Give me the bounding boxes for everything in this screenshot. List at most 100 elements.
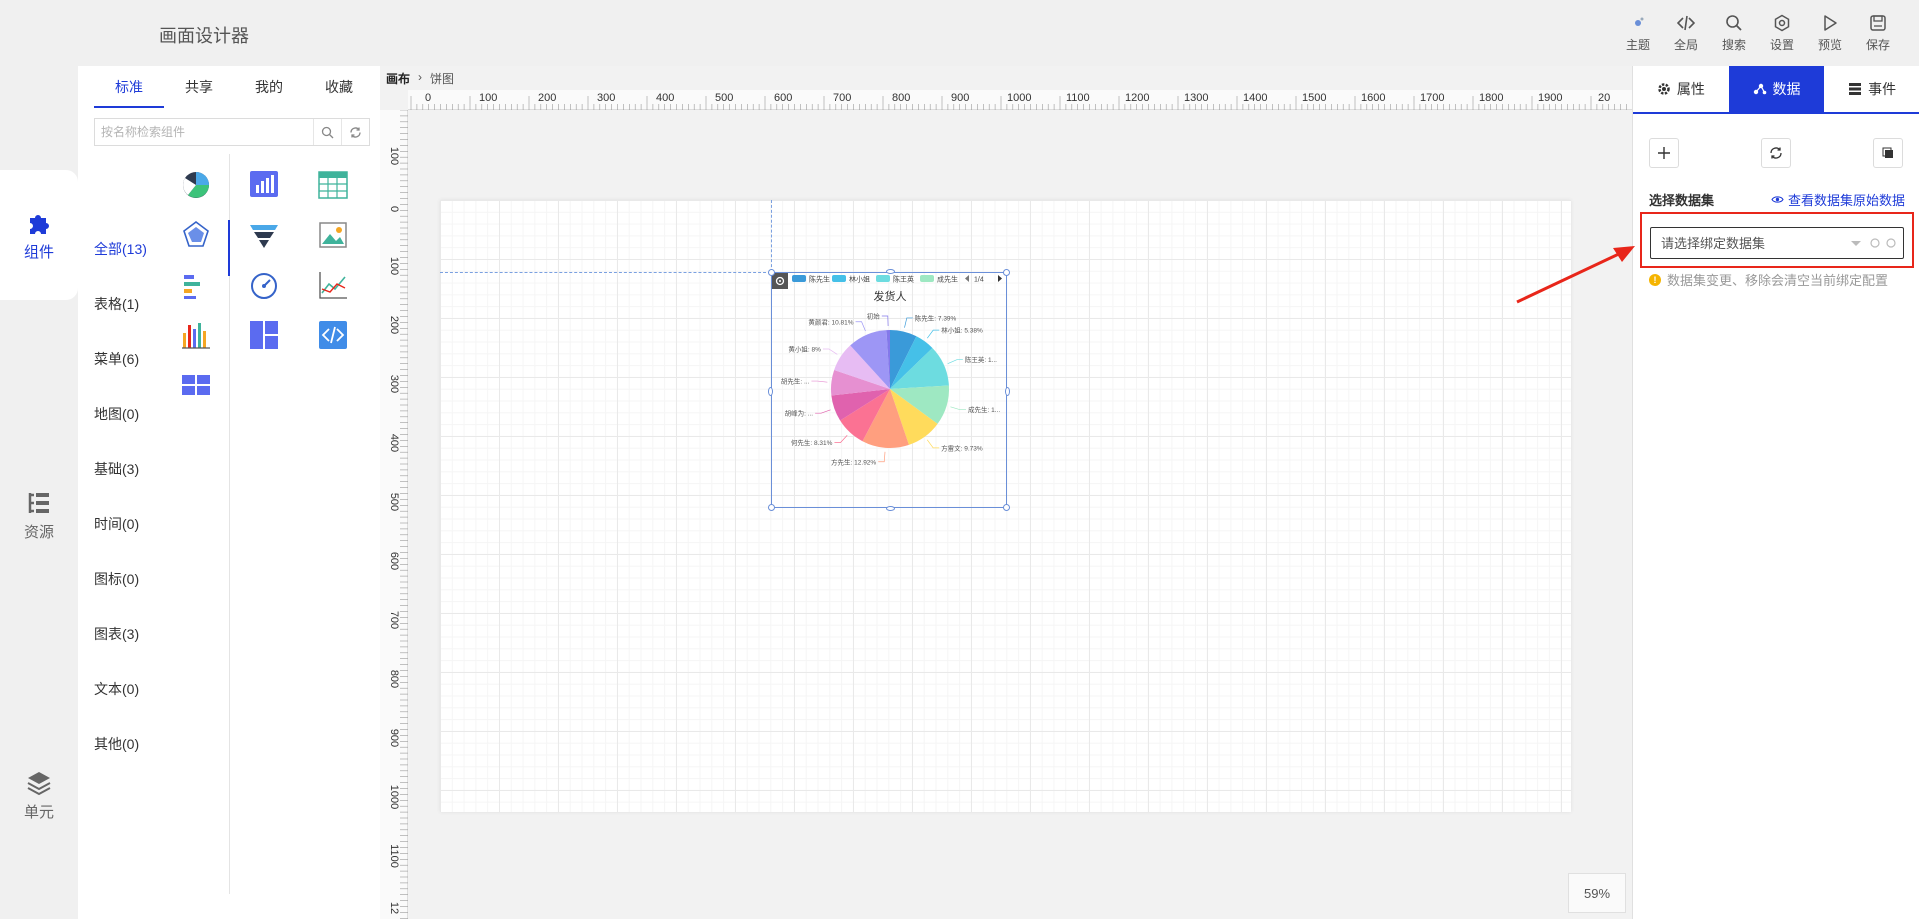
dataset-section-label: 选择数据集: [1649, 193, 1715, 208]
ruler-v-label: 200: [388, 315, 400, 335]
tab-data[interactable]: 数据: [1728, 66, 1825, 112]
pie-chart: 陈先生 林小姐 陈王英 成先生 1/4 发货人陈先生: 7.39% 林小姐: 5.38% 陈王…: [781, 275, 1002, 466]
ruler-h-label: 600: [774, 92, 793, 104]
search-icon: [1726, 15, 1742, 31]
legend-label[interactable]: 陈先生: [809, 275, 830, 284]
tab-shared[interactable]: 共享: [164, 66, 234, 108]
nav-item-components[interactable]: 组件: [0, 170, 78, 300]
refresh-icon: [1770, 147, 1782, 159]
search-icon: [321, 126, 334, 138]
component-bar-chart[interactable]: [248, 169, 280, 201]
search-button[interactable]: 搜索: [1721, 14, 1747, 53]
resize-handle-s[interactable]: [886, 506, 895, 511]
search-label: 搜索: [1721, 38, 1746, 52]
category-basic[interactable]: 基础(3): [94, 456, 139, 482]
legend-label[interactable]: 成先生: [937, 275, 958, 284]
pie-chart-icon: [183, 172, 209, 198]
category-menu[interactable]: 菜单(6): [94, 346, 139, 372]
ruler-v-label: 500: [388, 492, 400, 512]
settings-button[interactable]: 设置: [1769, 14, 1795, 53]
category-all[interactable]: 全部(13): [94, 236, 147, 262]
resize-handle-nw[interactable]: [768, 269, 775, 276]
search-submit-button[interactable]: [313, 119, 341, 145]
pie-label-line: [926, 439, 940, 449]
bar-chart-icon: [250, 171, 278, 197]
dataset-select-input[interactable]: [1661, 235, 1843, 251]
view-raw-data-link[interactable]: 查看数据集原始数据: [1771, 190, 1905, 209]
breadcrumb-pie[interactable]: 饼图: [430, 70, 454, 87]
component-line-chart[interactable]: [317, 269, 349, 301]
resize-handle-w[interactable]: [768, 387, 773, 396]
pie-label: 胡峰为: ...: [785, 409, 814, 418]
ruler-h-label: 100: [479, 92, 498, 104]
tab-favorites[interactable]: 收藏: [304, 66, 374, 108]
zoom-level[interactable]: 59%: [1568, 873, 1626, 913]
copy-dataset-button[interactable]: [1873, 138, 1903, 168]
theme-button[interactable]: 主题: [1625, 14, 1651, 53]
legend-swatch: [792, 275, 806, 282]
ruler-h-label: 1000: [1007, 92, 1032, 104]
component-gantt[interactable]: [180, 269, 212, 301]
component-pie-chart[interactable]: [180, 169, 212, 201]
ruler-h-label: 1100: [1066, 92, 1090, 104]
component-panel: 标准 共享 我的 收藏 全部(13) 表格(1) 菜单(6) 地图(0) 基础(…: [78, 66, 380, 919]
component-layout[interactable]: [248, 319, 280, 351]
nav-item-resources[interactable]: 资源: [0, 450, 78, 580]
gantt-icon: [184, 275, 200, 299]
category-text[interactable]: 文本(0): [94, 676, 139, 702]
reload-icon: [1886, 238, 1896, 248]
tab-standard[interactable]: 标准: [94, 66, 164, 108]
category-active-indicator: [228, 220, 230, 276]
ruler-h-label: 1600: [1361, 92, 1386, 104]
search-refresh-button[interactable]: [341, 119, 369, 145]
category-icon[interactable]: 图标(0): [94, 566, 139, 592]
component-code-embed[interactable]: [317, 319, 349, 351]
preview-button[interactable]: 预览: [1817, 14, 1843, 53]
dataset-select[interactable]: [1650, 227, 1904, 259]
category-other[interactable]: 其他(0): [94, 731, 139, 757]
component-grid-layout[interactable]: [180, 369, 212, 401]
component-table[interactable]: [317, 169, 349, 201]
add-dataset-button[interactable]: [1649, 138, 1679, 168]
guide-line-v: [771, 200, 772, 272]
legend-prev-icon[interactable]: [965, 275, 969, 282]
legend-label[interactable]: 陈王英: [893, 275, 914, 284]
component-column-chart[interactable]: [180, 319, 212, 351]
tab-properties[interactable]: 属性: [1633, 66, 1729, 112]
global-button[interactable]: 全局: [1673, 14, 1699, 53]
resize-handle-e[interactable]: [1005, 387, 1010, 396]
category-table[interactable]: 表格(1): [94, 291, 139, 317]
annotation-arrow: [1516, 246, 1635, 304]
resize-handle-ne[interactable]: [1003, 269, 1010, 276]
component-radar-chart[interactable]: [180, 219, 212, 251]
pie-label: 方先生: 12.92%: [831, 457, 876, 466]
chart-legend: 陈先生 林小姐 陈王英 成先生 1/4: [792, 275, 1002, 284]
nav-item-units[interactable]: 单元: [0, 730, 78, 860]
ruler-v-label: 800: [388, 669, 400, 689]
ruler-v-label: 900: [388, 728, 400, 748]
component-funnel-chart[interactable]: [248, 219, 280, 251]
resize-handle-n[interactable]: [886, 269, 895, 274]
category-chart[interactable]: 图表(3): [94, 621, 139, 647]
tab-mine[interactable]: 我的: [234, 66, 304, 108]
component-search-input[interactable]: [95, 119, 313, 145]
resize-handle-sw[interactable]: [768, 504, 775, 511]
resize-handle-se[interactable]: [1003, 504, 1010, 511]
breadcrumb-canvas[interactable]: 画布: [386, 70, 410, 87]
legend-next-icon[interactable]: [998, 275, 1002, 282]
design-board[interactable]: 陈先生 林小姐 陈王英 成先生 1/4 发货人 陈先生: 7.39% 林小姐: 5.38% 陈王…: [440, 200, 1571, 812]
category-map[interactable]: 地图(0): [94, 401, 139, 427]
refresh-dataset-button[interactable]: [1761, 138, 1791, 168]
tab-events[interactable]: 事件: [1824, 66, 1919, 112]
ruler-h-label: 200: [538, 92, 557, 104]
legend-label[interactable]: 林小姐: [849, 275, 870, 284]
component-image[interactable]: [317, 219, 349, 251]
ruler-v-label: 0: [388, 205, 400, 213]
component-gauge[interactable]: [248, 269, 280, 301]
ruler-v-label: 100: [388, 256, 400, 276]
pie-label: 林小姐: 5.38%: [941, 326, 983, 335]
pie-chart-widget[interactable]: 陈先生 林小姐 陈王英 成先生 1/4 发货人 陈先生: 7.39% 林小姐: 5.38% 陈王…: [768, 269, 1010, 511]
app-root: 画面设计器 主题 全局 搜索 设置 预览 保存 组件 资源 单元 标准 共享 我…: [0, 0, 1919, 919]
category-time[interactable]: 时间(0): [94, 511, 139, 537]
save-button[interactable]: 保存: [1865, 14, 1891, 53]
